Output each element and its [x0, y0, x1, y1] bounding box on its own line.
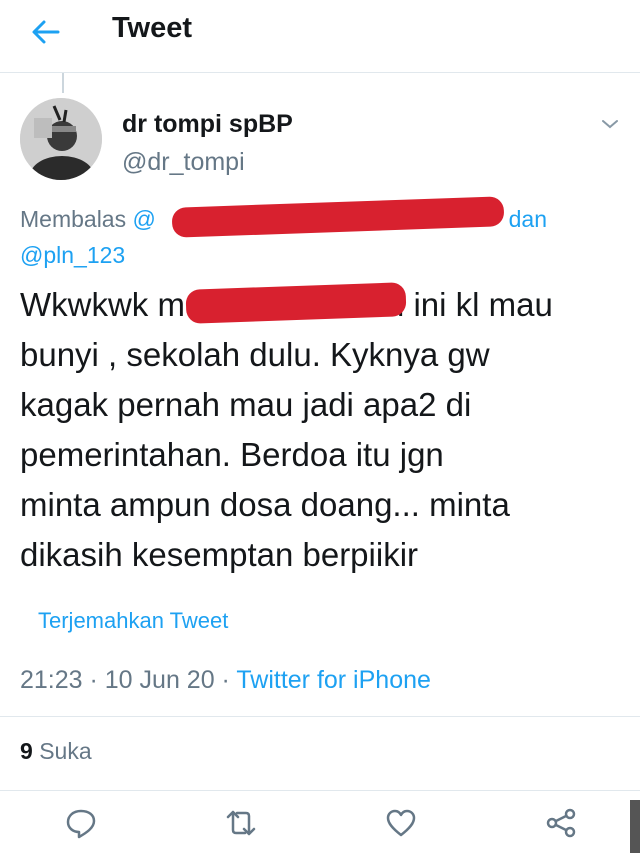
reply-mention-1[interactable]: @	[133, 206, 156, 232]
divider	[0, 716, 640, 717]
scrollbar[interactable]	[630, 800, 640, 853]
tweet-source[interactable]: Twitter for iPhone	[236, 666, 431, 694]
arrow-left-icon[interactable]	[28, 14, 64, 50]
likes-number: 9	[20, 738, 33, 764]
reply-conjunction: dan	[508, 206, 548, 232]
avatar-image	[20, 98, 102, 180]
thread-connector	[62, 73, 64, 93]
top-bar: Tweet	[0, 0, 640, 73]
avatar[interactable]	[20, 98, 102, 180]
divider	[0, 790, 640, 791]
likes-count[interactable]: 9 Suka	[20, 738, 92, 765]
translate-tweet-link[interactable]: Terjemahkan Tweet	[38, 608, 228, 634]
reply-mention-2[interactable]: @pln_123	[20, 242, 125, 269]
tweet-time: 21:23	[20, 666, 83, 694]
tweet-line1-start: Wkwkwk m	[20, 286, 185, 323]
meta-separator: ·	[214, 666, 237, 694]
chevron-down-icon[interactable]	[598, 112, 622, 136]
likes-label: Suka	[39, 738, 92, 764]
page-title: Tweet	[112, 12, 193, 44]
tweet-date: 10 Jun 20	[104, 666, 215, 694]
tweet-text: Wkwkwk m i ini kl mau bunyi , sekolah dul…	[20, 280, 630, 580]
retweet-icon[interactable]	[224, 806, 258, 840]
share-icon[interactable]	[544, 806, 578, 840]
tweet-body: bunyi , sekolah dulu. Kyknya gw kagak pe…	[20, 336, 510, 573]
like-icon[interactable]	[384, 806, 418, 840]
reply-icon[interactable]	[64, 806, 98, 840]
reply-prefix: Membalas	[20, 206, 127, 232]
meta-separator: ·	[82, 666, 105, 694]
author-display-name[interactable]: dr tompi spBP	[122, 110, 293, 139]
author-username[interactable]: @dr_tompi	[122, 148, 245, 177]
tweet-meta: 21:23 · 10 Jun 20 · Twitter for iPhone	[20, 666, 431, 695]
tweet-line1-end: i ini kl mau	[396, 286, 553, 323]
